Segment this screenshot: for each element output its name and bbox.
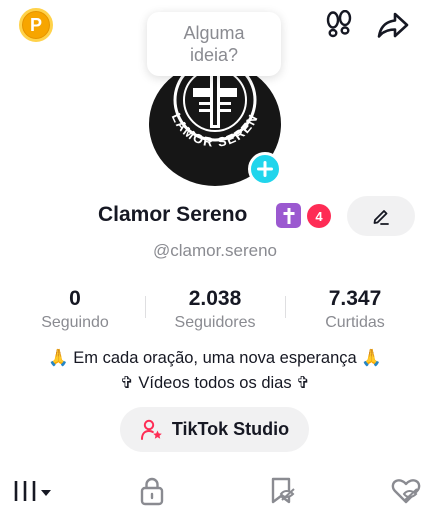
stat-likes-value: 7.347: [328, 287, 382, 310]
tab-liked[interactable]: [384, 472, 428, 510]
stat-likes[interactable]: 7.347 Curtidas: [305, 286, 405, 332]
edit-pencil-icon: [373, 210, 389, 225]
latin-cross-emoji-icon: [276, 203, 301, 228]
tab-videos[interactable]: [8, 472, 56, 510]
person-star-icon: [140, 419, 162, 440]
footprints-icon[interactable]: [322, 8, 356, 42]
tab-saved[interactable]: [260, 472, 304, 510]
lock-icon: [140, 477, 164, 506]
bookmark-hidden-icon: [271, 477, 295, 504]
stat-followers[interactable]: 2.038 Seguidores: [160, 286, 270, 332]
liked-hidden-icon: [391, 479, 421, 504]
stat-followers-label: Seguidores: [174, 314, 256, 331]
stat-followers-value: 2.038: [188, 287, 242, 310]
stat-likes-label: Curtidas: [325, 314, 385, 331]
grid-menu-icon: [14, 481, 51, 501]
notification-count-badge[interactable]: 4: [307, 204, 331, 228]
edit-profile-button[interactable]: [347, 196, 415, 236]
share-arrow-icon[interactable]: [376, 8, 410, 42]
idea-tooltip[interactable]: Alguma ideia?: [147, 12, 281, 76]
tab-private[interactable]: [130, 472, 174, 510]
promo-letter: P: [29, 14, 42, 35]
promo-coin-icon[interactable]: P: [19, 8, 53, 42]
display-name: Clamor Sereno: [98, 203, 248, 226]
stat-following-value: 0: [69, 287, 81, 310]
stat-divider: [145, 296, 146, 318]
plus-icon: [257, 161, 273, 177]
stat-following[interactable]: 0 Seguindo: [25, 286, 125, 332]
bio-line-1: 🙏 Em cada oração, uma nova esperança 🙏: [48, 349, 382, 367]
add-avatar-button[interactable]: [248, 152, 282, 186]
stat-following-label: Seguindo: [41, 314, 109, 331]
tiktok-studio-label: TikTok Studio: [171, 419, 290, 439]
username: @clamor.sereno: [152, 241, 278, 260]
tiktok-studio-button[interactable]: TikTok Studio: [120, 407, 309, 452]
tooltip-text: Alguma ideia?: [183, 23, 245, 65]
bio-line-2: ✞ Vídeos todos os dias ✞: [120, 374, 310, 392]
stat-divider: [285, 296, 286, 318]
